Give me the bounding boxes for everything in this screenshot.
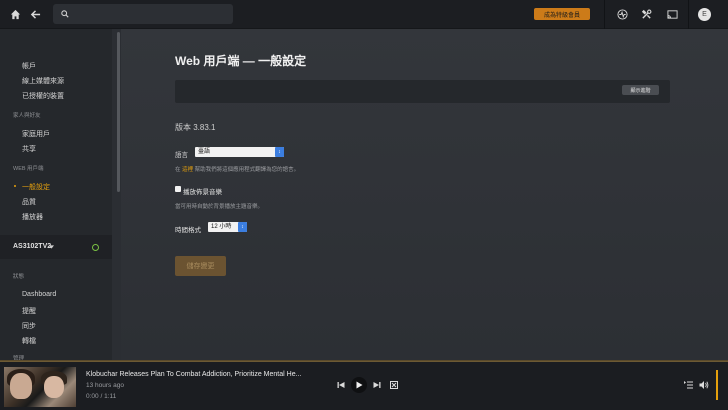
sidebar-item-home-users[interactable]: 家庭用戶: [22, 129, 50, 139]
version-label: 版本 3.83.1: [175, 123, 216, 132]
user-avatar[interactable]: E: [698, 8, 711, 21]
previous-track-icon[interactable]: [337, 381, 345, 389]
search-box[interactable]: [53, 4, 233, 24]
thumbnail-figure: [44, 376, 64, 398]
time-format-select[interactable]: 12 小時 ↕: [208, 222, 247, 232]
time-format-select-value: 12 小時: [211, 224, 232, 230]
translate-help-link[interactable]: 這裡: [182, 167, 193, 173]
sidebar-item-online-media-sources[interactable]: 線上媒體來源: [22, 76, 64, 86]
server-online-icon: [92, 244, 99, 251]
time-format-label: 時間格式: [175, 227, 201, 234]
sidebar-heading-web-client: WEB 用戶端: [13, 166, 44, 172]
language-select-value: 臺語: [198, 149, 211, 155]
sidebar-item-player[interactable]: 播放器: [22, 212, 43, 222]
search-input[interactable]: [75, 7, 225, 21]
volume-icon[interactable]: [699, 380, 709, 390]
top-bar: 成為特級會員 E: [0, 0, 728, 29]
page-title: Web 用戶端 — 一般設定: [175, 54, 307, 68]
cast-icon[interactable]: [667, 9, 678, 20]
sidebar-item-alerts[interactable]: 提醒: [22, 306, 36, 316]
language-select[interactable]: 臺語 ↕: [195, 147, 284, 157]
home-icon[interactable]: [10, 9, 21, 20]
track-title[interactable]: Klobuchar Releases Plan To Combat Addict…: [86, 371, 301, 378]
topbar-divider: [688, 0, 689, 29]
sidebar-heading-family: 家人與好友: [13, 113, 41, 119]
activity-icon[interactable]: [617, 9, 628, 20]
play-button[interactable]: [351, 377, 367, 393]
settings-tools-icon[interactable]: [641, 9, 652, 20]
sidebar-heading-status: 狀態: [13, 274, 25, 280]
sidebar-scrollbar[interactable]: [117, 32, 120, 192]
server-name: AS3102TV2: [13, 243, 52, 250]
help-text-suffix: 幫助我們將這個應用程式翻譯為您的語言。: [193, 167, 300, 173]
search-icon: [61, 10, 69, 18]
back-arrow-icon[interactable]: [30, 9, 41, 20]
chevron-down-icon: [49, 245, 54, 249]
sidebar-item-dashboard[interactable]: Dashboard: [22, 291, 56, 298]
next-track-icon[interactable]: [373, 381, 381, 389]
stop-icon[interactable]: [390, 381, 398, 389]
help-text-prefix: 在: [175, 167, 183, 173]
sidebar-item-account[interactable]: 帳戶: [22, 61, 36, 71]
language-help: 在 這裡 幫助我們將這個應用程式翻譯為您的語言。: [175, 165, 299, 173]
volume-slider[interactable]: [716, 370, 718, 400]
topbar-divider: [604, 0, 605, 29]
settings-banner: [175, 80, 670, 103]
sidebar-item-general[interactable]: 一般設定: [22, 182, 50, 192]
play-icon: [356, 381, 363, 389]
show-advanced-button[interactable]: 顯示進階: [622, 85, 659, 95]
theme-music-checkbox[interactable]: [175, 186, 181, 192]
sidebar-item-transcode[interactable]: 轉檔: [22, 336, 36, 346]
track-position: 0:00 / 1:11: [86, 393, 117, 400]
queue-icon[interactable]: [684, 381, 693, 389]
theme-music-help: 當可用時自動於背景播放主題音樂。: [175, 204, 264, 210]
track-published: 13 hours ago: [86, 382, 124, 389]
sidebar-item-sharing[interactable]: 共享: [22, 144, 36, 154]
active-indicator: [14, 185, 16, 187]
video-thumbnail[interactable]: [4, 367, 76, 407]
sidebar-item-authorized-devices[interactable]: 已授權的裝置: [22, 91, 64, 101]
select-arrows-icon: ↕: [275, 147, 284, 157]
theme-music-label: 播放佈景音樂: [183, 189, 222, 196]
go-premium-button[interactable]: 成為特級會員: [534, 8, 590, 20]
select-arrows-icon: ↕: [238, 222, 247, 232]
playback-progress[interactable]: [0, 361, 728, 362]
save-changes-button[interactable]: 儲存變更: [175, 256, 226, 276]
sidebar-item-sync[interactable]: 同步: [22, 321, 36, 331]
sidebar-item-quality[interactable]: 品質: [22, 197, 36, 207]
server-selector[interactable]: AS3102TV2: [0, 235, 112, 259]
language-label: 語言: [175, 152, 188, 159]
thumbnail-figure: [10, 373, 32, 399]
